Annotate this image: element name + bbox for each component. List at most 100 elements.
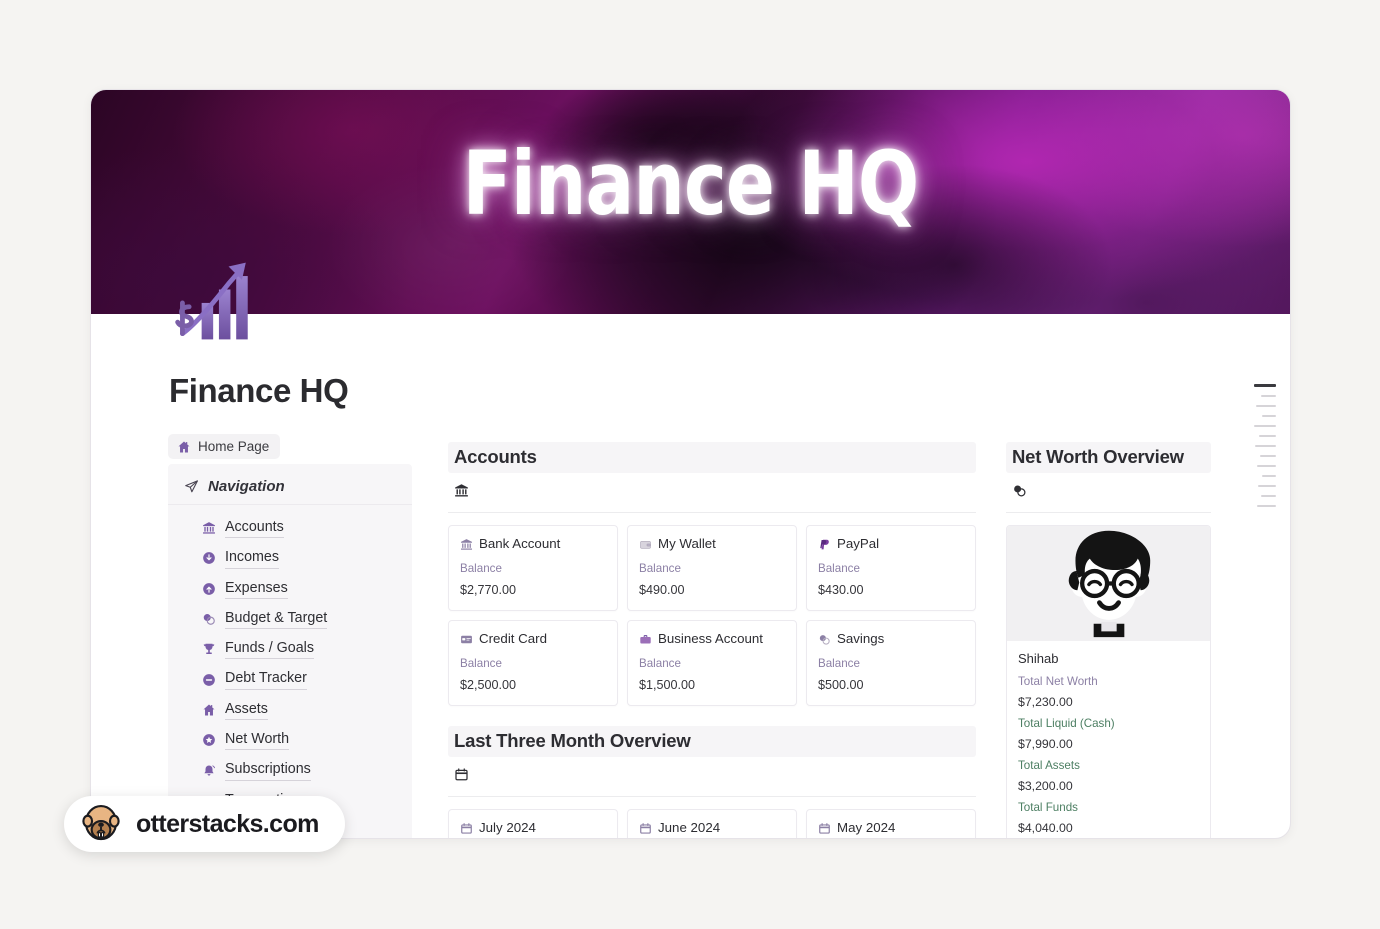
total-liquid-value: $7,990.00 [1018,737,1073,751]
account-card[interactable]: Business Account Balance $1,500.00 [627,620,797,706]
sidebar-item-subscriptions[interactable]: Subscriptions [168,755,412,785]
balance-label: Balance [460,657,502,670]
account-card-name: My Wallet [658,536,716,551]
home-page-chip-label: Home Page [198,439,270,454]
calendar-icon [454,767,469,782]
toc-bar[interactable] [1257,465,1276,467]
toc-bar[interactable] [1262,415,1276,417]
account-card[interactable]: Credit Card Balance $2,500.00 [448,620,618,706]
toc-bar[interactable] [1259,435,1276,437]
screenshot-root: Finance HQ Finance HQ Home Page Navigati… [0,0,1380,929]
table-of-contents-minimap[interactable] [1246,384,1276,507]
arrow-down-circle-icon [202,551,216,565]
account-card[interactable]: Bank Account Balance $2,770.00 [448,525,618,611]
months-section-icon-row [448,757,976,797]
toc-bar[interactable] [1254,384,1276,387]
cover-title: Finance HQ [462,132,920,235]
sidebar-item-label: Debt Tracker [225,669,307,690]
month-card-name: July 2024 [479,820,536,835]
paper-plane-icon [184,479,199,494]
balance-label: Balance [460,562,502,575]
toc-bar[interactable] [1261,495,1276,497]
account-card-name: Business Account [658,631,763,646]
sidebar-item-funds-goals[interactable]: Funds / Goals [168,634,412,664]
toc-bar[interactable] [1258,485,1276,487]
net-worth-section-icon-row [1006,473,1211,513]
person-name: Shihab [1018,651,1059,666]
cover-banner: Finance HQ [91,90,1290,314]
toc-bar[interactable] [1260,455,1276,457]
person-net-worth-card[interactable]: Shihab Total Net Worth $7,230.00 Total L… [1006,525,1211,838]
bell-icon [202,764,216,778]
balance-label: Balance [818,562,860,575]
account-card[interactable]: PayPal Balance $430.00 [806,525,976,611]
balance-value: $2,500.00 [460,678,517,692]
account-card-header: My Wallet [639,536,785,552]
account-card-header: PayPal [818,536,964,552]
balance-label: Balance [639,562,681,575]
accounts-section-title: Accounts [448,442,976,473]
total-net-worth-value: $7,230.00 [1018,695,1073,709]
month-card[interactable]: June 2024 Total Income $2,500.00 [627,809,797,838]
account-card-name: Bank Account [479,536,561,551]
coins-icon [1012,483,1027,498]
sidebar-item-label: Incomes [225,548,280,569]
sidebar-item-label: Budget & Target [225,609,328,630]
sidebar-item-budget-target[interactable]: Budget & Target [168,604,412,634]
month-card[interactable]: July 2024 Total Income $500.00 [448,809,618,838]
account-card-name: PayPal [837,536,880,551]
sidebar-item-debt-tracker[interactable]: Debt Tracker [168,664,412,694]
home-page-chip[interactable]: Home Page [168,434,281,459]
toc-bar[interactable] [1256,405,1276,407]
account-card-header: Credit Card [460,631,606,647]
watermark-label: otterstacks.com [136,809,319,838]
balance-value: $500.00 [818,678,864,692]
toc-bar[interactable] [1262,475,1276,477]
briefcase-icon [639,633,652,646]
month-card-header: July 2024 [460,820,606,836]
otterstacks-watermark: otterstacks.com [64,796,345,852]
months-card-grid: July 2024 Total Income $500.00 June 2 [448,809,976,838]
account-card[interactable]: My Wallet Balance $490.00 [627,525,797,611]
net-worth-section-title: Net Worth Overview [1006,442,1211,473]
paypal-icon [818,538,831,551]
sidebar-item-assets[interactable]: Assets [168,695,412,725]
avatar [1007,526,1210,641]
main-column: Accounts Bank Account Balance $2,770.00 … [448,442,976,838]
balance-value: $430.00 [818,583,864,597]
month-card[interactable]: May 2024 Total Income $2,000.00 [806,809,976,838]
account-card-header: Business Account [639,631,785,647]
balance-value: $1,500.00 [639,678,696,692]
minus-circle-icon [202,673,216,687]
wallet-icon [639,538,652,551]
sidebar-item-expenses[interactable]: Expenses [168,574,412,604]
navigation-list: Accounts Incomes Expenses Budget & Targe… [168,509,412,838]
sidebar-item-incomes[interactable]: Incomes [168,543,412,573]
avatar-boy-glasses-icon [1068,530,1150,638]
growth-bar-chart-icon [169,253,265,349]
toc-bar[interactable] [1261,395,1276,397]
bank-icon [460,538,473,551]
accounts-card-grid: Bank Account Balance $2,770.00 My Wallet… [448,525,976,706]
account-card-header: Bank Account [460,536,606,552]
sidebar-item-accounts[interactable]: Accounts [168,513,412,543]
toc-bar[interactable] [1254,425,1276,427]
account-card-header: Savings [818,631,964,647]
sidebar-item-label: Accounts [225,518,284,539]
sidebar-item-net-worth[interactable]: Net Worth [168,725,412,755]
account-card-name: Savings [837,631,885,646]
otter-face-icon [78,801,124,847]
total-funds-value: $4,040.00 [1018,821,1073,835]
home-icon [202,703,216,717]
sidebar-item-label: Funds / Goals [225,639,314,660]
trophy-icon [202,642,216,656]
page-title: Finance HQ [169,372,349,409]
toc-bar[interactable] [1257,505,1276,507]
net-worth-card-body: Shihab Total Net Worth $7,230.00 Total L… [1007,641,1210,838]
toc-bar[interactable] [1255,445,1276,447]
account-card[interactable]: Savings Balance $500.00 [806,620,976,706]
arrow-up-circle-icon [202,582,216,596]
sidebar-item-label: Assets [225,700,268,721]
total-assets-label: Total Assets [1018,759,1080,772]
total-assets-value: $3,200.00 [1018,779,1073,793]
